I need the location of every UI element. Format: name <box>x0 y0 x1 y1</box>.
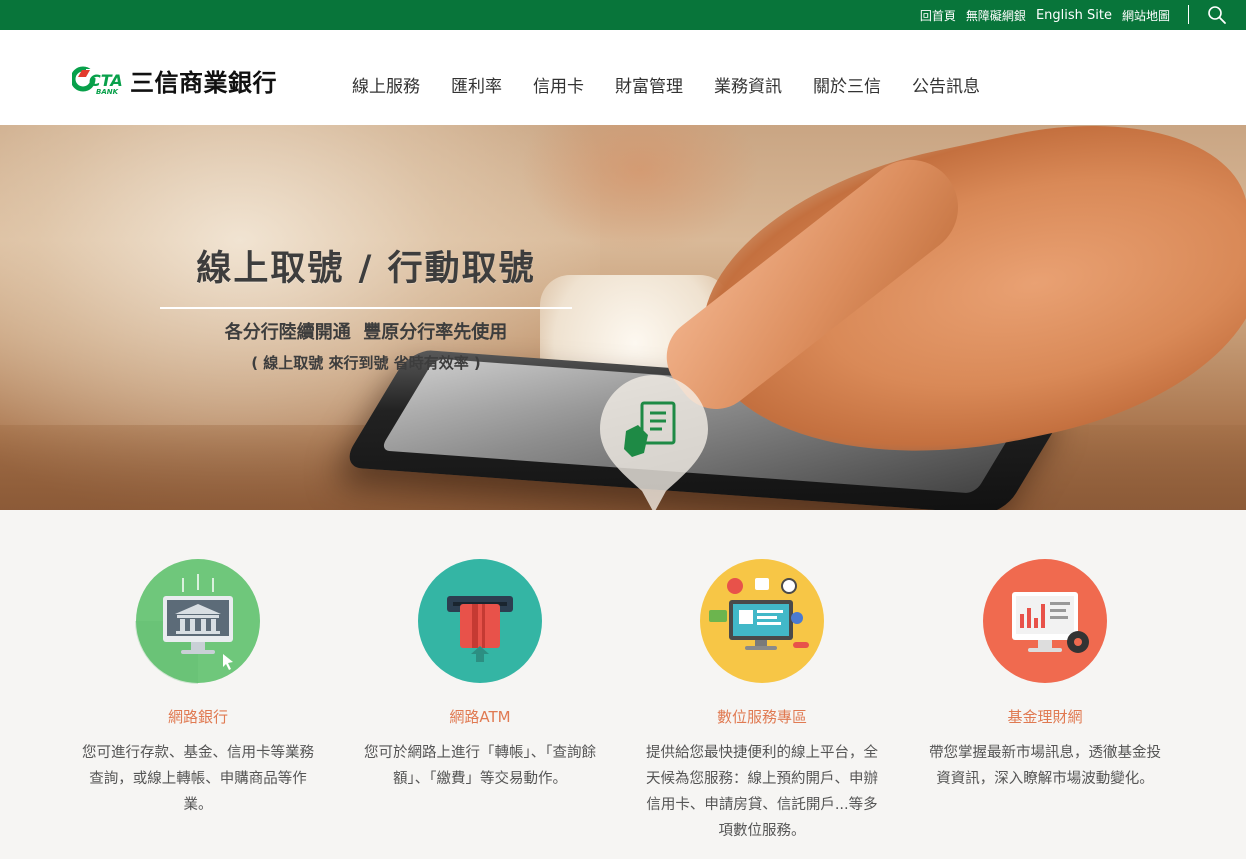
hero-note: ( 線上取號 來行到號 省時有效率 ) <box>251 354 481 372</box>
fund-chart-icon[interactable] <box>982 558 1108 684</box>
home-link[interactable]: 回首頁 <box>920 7 956 24</box>
search-icon[interactable] <box>1207 5 1227 25</box>
queue-ticket-pin-icon <box>600 375 708 510</box>
bank-logo[interactable]: CTA BANK 三信商業銀行 <box>72 63 277 98</box>
sitemap-link[interactable]: 網站地圖 <box>1122 7 1170 24</box>
nav-business-info[interactable]: 業務資訊 <box>714 72 782 97</box>
hero-headline: 線上取號 / 行動取號 各分行陸續開通 豐原分行率先使用 ( 線上取號 來行到號… <box>160 240 572 373</box>
service-description: 您可於網路上進行「轉帳」、「查詢餘額」、「繳費」等交易動作。 <box>364 745 596 787</box>
services-section: 網路銀行 您可進行存款、基金、信用卡等業務查詢，或線上轉帳、申購商品等作業。 網… <box>0 510 1246 859</box>
service-description: 帶您掌握最新市場訊息，透徹基金投資資訊，深入瞭解市場波動變化。 <box>929 745 1161 787</box>
site-header: CTA BANK 三信商業銀行 線上服務 匯利率 信用卡 財富管理 業務資訊 關… <box>0 30 1246 125</box>
nav-wealth-management[interactable]: 財富管理 <box>615 72 683 97</box>
service-description: 您可進行存款、基金、信用卡等業務查詢，或線上轉帳、申購商品等作業。 <box>82 745 314 813</box>
utility-divider <box>1188 5 1189 24</box>
atm-card-icon[interactable] <box>417 558 543 684</box>
service-description: 提供給您最快捷便利的線上平台，全天候為您服務：線上預約開戶、申辦信用卡、申請房貸… <box>646 745 878 839</box>
service-title[interactable]: 網路ATM <box>355 706 605 727</box>
hero-subtitle: 各分行陸續開通 豐原分行率先使用 <box>224 322 508 343</box>
bank-name: 三信商業銀行 <box>130 69 277 97</box>
nav-exchange-rates[interactable]: 匯利率 <box>451 72 502 97</box>
main-nav: 線上服務 匯利率 信用卡 財富管理 業務資訊 關於三信 公告訊息 <box>352 72 1011 97</box>
nav-announcements[interactable]: 公告訊息 <box>912 72 980 97</box>
utility-links: 回首頁 無障礙網銀 English Site 網站地圖 <box>920 0 1170 30</box>
online-banking-icon[interactable] <box>135 558 261 684</box>
utility-bar: 回首頁 無障礙網銀 English Site 網站地圖 <box>0 0 1246 30</box>
english-site-link[interactable]: English Site <box>1036 8 1112 23</box>
hero-title: 線上取號 / 行動取號 <box>196 249 536 289</box>
nav-about[interactable]: 關於三信 <box>813 72 881 97</box>
hero-divider <box>160 307 572 309</box>
service-title[interactable]: 數位服務專區 <box>637 706 887 727</box>
hero-banner[interactable]: 線上取號 / 行動取號 各分行陸續開通 豐原分行率先使用 ( 線上取號 來行到號… <box>0 125 1246 510</box>
service-title[interactable]: 基金理財網 <box>920 706 1170 727</box>
nav-online-services[interactable]: 線上服務 <box>352 72 420 97</box>
service-title[interactable]: 網路銀行 <box>73 706 323 727</box>
svg-text:BANK: BANK <box>96 88 119 96</box>
digital-service-icon[interactable] <box>699 558 825 684</box>
cta-logo-icon: CTA BANK <box>72 66 123 96</box>
accessible-banking-link[interactable]: 無障礙網銀 <box>966 7 1026 24</box>
nav-credit-card[interactable]: 信用卡 <box>533 72 584 97</box>
